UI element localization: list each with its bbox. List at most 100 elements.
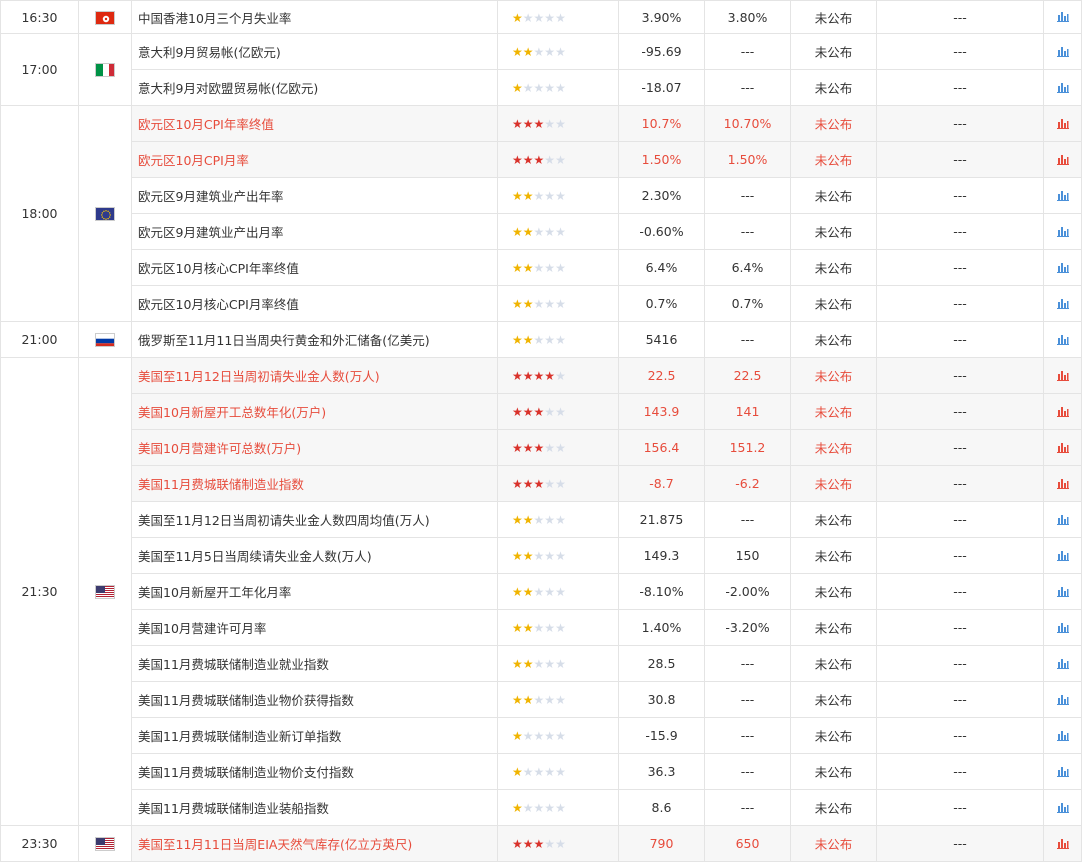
event-name[interactable]: 美国10月新屋开工年化月率 [131,573,498,610]
impact-value: --- [876,573,1044,610]
bar-chart-icon[interactable] [1056,693,1069,708]
event-row: 美国10月营建许可月率 ★★★★★ 1.40% -3.20% 未公布 --- [1,609,1082,646]
bar-chart-icon[interactable] [1056,765,1069,780]
event-name[interactable]: 美国10月营建许可总数(万户) [131,429,498,466]
bar-chart-icon[interactable] [1056,81,1069,96]
chart-cell[interactable] [1043,825,1082,862]
chart-cell[interactable] [1043,285,1082,322]
event-time: 18:00 [0,105,79,322]
impact-value: --- [876,141,1044,178]
star-empty-icon: ★ [544,117,556,131]
bar-chart-icon[interactable] [1056,333,1069,348]
bar-chart-icon[interactable] [1056,441,1069,456]
star-empty-icon: ★ [533,549,545,563]
event-name[interactable]: 中国香港10月三个月失业率 [131,0,498,34]
actual-value: 未公布 [790,249,877,286]
bar-chart-icon[interactable] [1056,585,1069,600]
bar-chart-icon[interactable] [1056,729,1069,744]
star-filled-icon: ★ [522,621,534,635]
actual-value: 未公布 [790,177,877,214]
chart-cell[interactable] [1043,681,1082,718]
chart-cell[interactable] [1043,609,1082,646]
star-empty-icon: ★ [555,405,566,419]
actual-value: 未公布 [790,105,877,142]
bar-chart-icon[interactable] [1056,189,1069,204]
chart-cell[interactable] [1043,789,1082,826]
us-flag-icon [95,585,115,600]
bar-chart-icon[interactable] [1056,801,1069,816]
event-name[interactable]: 美国10月营建许可月率 [131,609,498,646]
event-name[interactable]: 美国11月费城联储制造业物价支付指数 [131,753,498,790]
star-empty-icon: ★ [533,801,545,815]
star-empty-icon: ★ [533,10,545,25]
actual-value: 未公布 [790,393,877,430]
chart-cell[interactable] [1043,33,1082,70]
chart-cell[interactable] [1043,213,1082,250]
chart-cell[interactable] [1043,429,1082,466]
event-name[interactable]: 美国10月新屋开工总数年化(万户) [131,393,498,430]
chart-cell[interactable] [1043,537,1082,574]
chart-cell[interactable] [1043,177,1082,214]
event-name[interactable]: 美国11月费城联储制造业新订单指数 [131,717,498,754]
chart-cell[interactable] [1043,501,1082,538]
bar-chart-icon[interactable] [1056,117,1069,132]
event-name[interactable]: 欧元区10月核心CPI年率终值 [131,249,498,286]
chart-cell[interactable] [1043,465,1082,502]
impact-value: --- [876,429,1044,466]
importance-stars: ★★★★★ [497,141,619,178]
event-name[interactable]: 美国至11月11日当周EIA天然气库存(亿立方英尺) [131,825,498,862]
chart-cell[interactable] [1043,645,1082,682]
event-name[interactable]: 美国11月费城联储制造业就业指数 [131,645,498,682]
chart-cell[interactable] [1043,141,1082,178]
star-empty-icon: ★ [555,549,566,563]
star-filled-icon: ★ [522,297,534,311]
chart-cell[interactable] [1043,357,1082,394]
bar-chart-icon[interactable] [1056,657,1069,672]
bar-chart-icon[interactable] [1056,45,1069,60]
bar-chart-icon[interactable] [1056,477,1069,492]
bar-chart-icon[interactable] [1056,549,1069,564]
event-name[interactable]: 美国至11月5日当周续请失业金人数(万人) [131,537,498,574]
event-name[interactable]: 俄罗斯至11月11日当周央行黄金和外汇储备(亿美元) [131,321,498,358]
event-name[interactable]: 欧元区10月CPI年率终值 [131,105,498,142]
forecast-value: 150 [704,537,791,574]
star-empty-icon: ★ [522,81,534,95]
chart-cell[interactable] [1043,0,1082,34]
chart-cell[interactable] [1043,321,1082,358]
event-name[interactable]: 美国11月费城联储制造业装船指数 [131,789,498,826]
bar-chart-icon[interactable] [1056,621,1069,636]
chart-cell[interactable] [1043,69,1082,106]
bar-chart-icon[interactable] [1056,405,1069,420]
bar-chart-icon[interactable] [1056,369,1069,384]
bar-chart-icon[interactable] [1056,153,1069,168]
event-name[interactable]: 美国至11月12日当周初请失业金人数(万人) [131,357,498,394]
event-time: 16:30 [0,0,79,34]
actual-value: 未公布 [790,141,877,178]
event-name[interactable]: 美国11月费城联储制造业物价获得指数 [131,681,498,718]
bar-chart-icon[interactable] [1056,297,1069,312]
bar-chart-icon[interactable] [1056,837,1069,852]
event-name[interactable]: 欧元区9月建筑业产出月率 [131,213,498,250]
actual-value: 未公布 [790,213,877,250]
chart-cell[interactable] [1043,249,1082,286]
event-name[interactable]: 意大利9月贸易帐(亿欧元) [131,33,498,70]
chart-cell[interactable] [1043,753,1082,790]
star-empty-icon: ★ [544,333,556,347]
forecast-value: 1.50% [704,141,791,178]
event-name[interactable]: 意大利9月对欧盟贸易帐(亿欧元) [131,69,498,106]
bar-chart-icon[interactable] [1056,261,1069,276]
star-empty-icon: ★ [533,621,545,635]
bar-chart-icon[interactable] [1056,10,1069,25]
chart-cell[interactable] [1043,105,1082,142]
event-name[interactable]: 美国11月费城联储制造业指数 [131,465,498,502]
bar-chart-icon[interactable] [1056,513,1069,528]
star-empty-icon: ★ [544,477,556,491]
bar-chart-icon[interactable] [1056,225,1069,240]
chart-cell[interactable] [1043,717,1082,754]
event-name[interactable]: 美国至11月12日当周初请失业金人数四周均值(万人) [131,501,498,538]
event-name[interactable]: 欧元区9月建筑业产出年率 [131,177,498,214]
event-name[interactable]: 欧元区10月核心CPI月率终值 [131,285,498,322]
chart-cell[interactable] [1043,573,1082,610]
event-name[interactable]: 欧元区10月CPI月率 [131,141,498,178]
chart-cell[interactable] [1043,393,1082,430]
